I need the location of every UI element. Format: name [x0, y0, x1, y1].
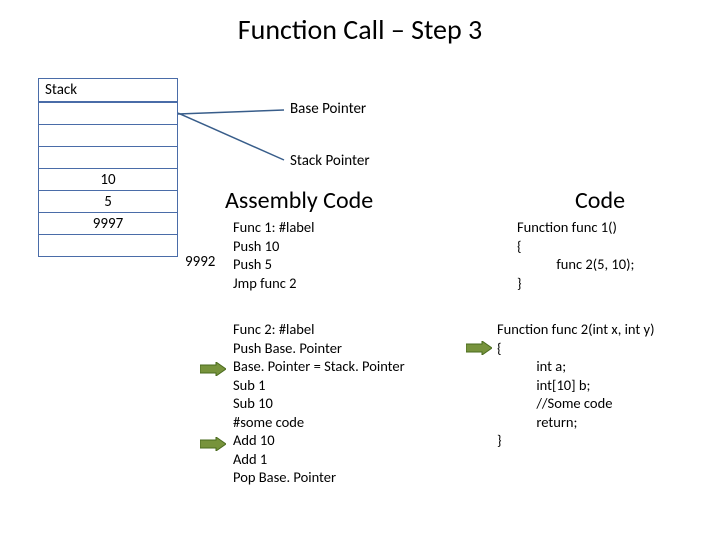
code-block-1: Function func 1() { func 2(5, 10); } [517, 218, 634, 292]
arrow-icon [466, 341, 492, 355]
asm-block-2: Func 2: #label Push Base. Pointer Base. … [233, 320, 405, 487]
base-pointer-label: Base Pointer [290, 100, 366, 118]
code-block-2: Function func 2(int x, int y) { int a; i… [497, 320, 655, 450]
table-row: 5 [39, 190, 177, 212]
table-row: 9997 [39, 212, 177, 234]
stack-table: 10 5 9997 [38, 102, 178, 257]
table-row [39, 124, 177, 146]
connector-line [178, 100, 288, 120]
stack-pointer-label: Stack Pointer [290, 152, 370, 170]
assembly-heading: Assembly Code [225, 186, 373, 215]
connector-line [178, 110, 288, 170]
arrow-icon [200, 437, 226, 451]
table-row [39, 234, 177, 256]
arrow-icon [200, 362, 226, 376]
stack-header: Stack [38, 78, 178, 102]
table-row [39, 102, 177, 124]
table-row: 10 [39, 168, 177, 190]
side-address: 9992 [185, 253, 215, 271]
table-row [39, 146, 177, 168]
code-heading: Code [575, 186, 625, 215]
asm-block-1: Func 1: #label Push 10 Push 5 Jmp func 2 [233, 218, 314, 292]
page-title: Function Call – Step 3 [0, 0, 720, 47]
